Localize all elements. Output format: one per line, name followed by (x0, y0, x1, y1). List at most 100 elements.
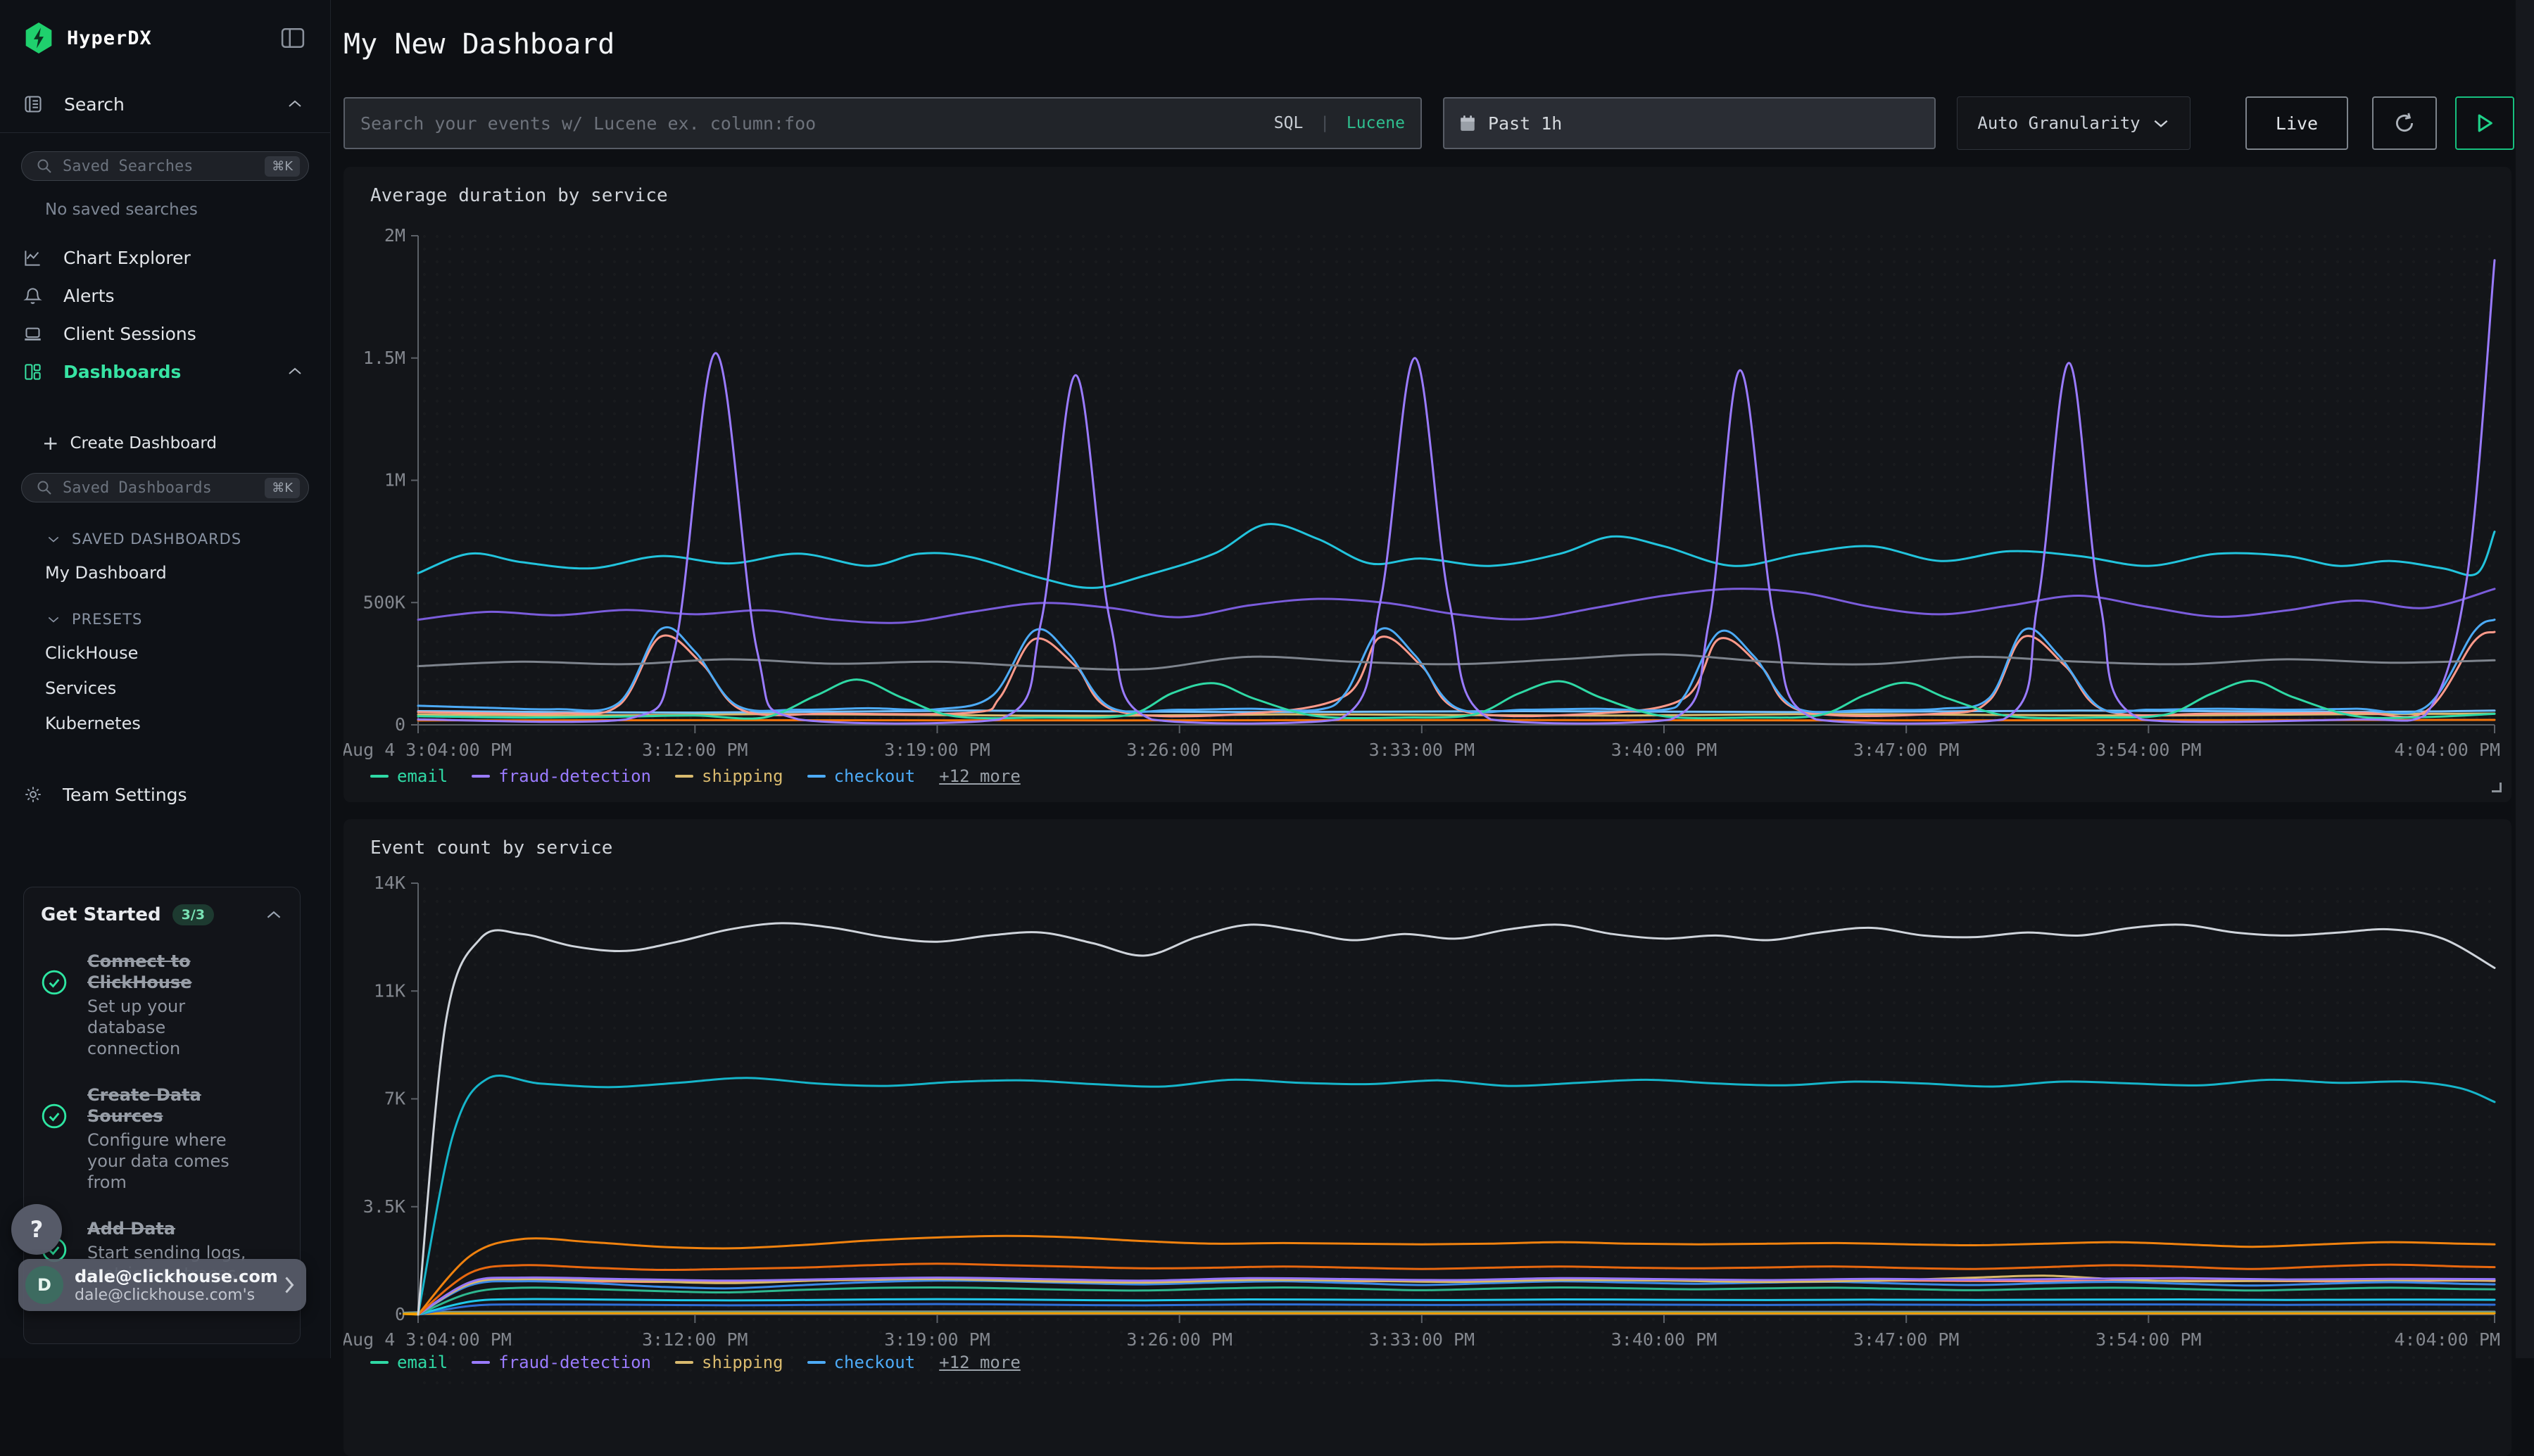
sidebar-item-team-settings[interactable]: Team Settings (0, 777, 330, 812)
legend-swatch-icon (472, 775, 490, 778)
page-title: My New Dashboard (343, 28, 614, 61)
sidebar-item-alerts[interactable]: Alerts (0, 277, 330, 315)
svg-text:14K: 14K (374, 873, 405, 893)
gear-icon (23, 785, 43, 804)
legend-item[interactable]: email (370, 766, 448, 786)
granularity-value: Auto Granularity (1977, 113, 2140, 133)
legend-item[interactable]: checkout (807, 1353, 916, 1372)
legend-swatch-icon (675, 1361, 693, 1364)
svg-text:11K: 11K (374, 980, 405, 1001)
play-button[interactable] (2455, 96, 2514, 150)
avatar: D (25, 1266, 63, 1304)
granularity-select[interactable]: Auto Granularity (1957, 96, 2191, 150)
shortcut-badge: ⌘K (265, 156, 300, 177)
team-settings-label: Team Settings (63, 785, 187, 805)
check-circle-icon (41, 1103, 69, 1193)
legend-swatch-icon (472, 1361, 490, 1364)
nav-label: Alerts (63, 286, 303, 306)
series-blue-flat (418, 711, 2495, 713)
sidebar-item-client-sessions[interactable]: Client Sessions (0, 315, 330, 353)
legend-label: checkout (834, 1353, 916, 1372)
sidebar-item-services[interactable]: Services (45, 678, 330, 698)
logo-row: HyperDX (0, 0, 330, 55)
laptop-icon (23, 324, 42, 343)
chevron-up-icon (286, 99, 303, 109)
resize-handle-icon[interactable] (2492, 783, 2502, 792)
play-icon (2476, 113, 2494, 133)
get-started-item[interactable]: Create Data Sources Configure where your… (41, 1084, 283, 1193)
dashboard-controls: Search your events w/ Lucene ex. column:… (343, 96, 2514, 150)
task-title: Create Data Sources (87, 1084, 263, 1127)
series-cyan (418, 524, 2495, 588)
task-title: Add Data (87, 1218, 263, 1239)
chevron-up-icon[interactable] (265, 910, 283, 920)
line-chart[interactable]: 0500K1M1.5M2MAug 4 3:04:00 PM3:12:00 PM3… (343, 167, 2511, 802)
svg-text:3.5K: 3.5K (363, 1196, 405, 1217)
legend-swatch-icon (807, 1361, 826, 1364)
legend-item[interactable]: fraud-detection (472, 1353, 651, 1372)
legend-label: checkout (834, 766, 916, 786)
refresh-button[interactable] (2372, 96, 2437, 150)
search-icon (36, 158, 53, 175)
get-started-progress-badge: 3/3 (172, 904, 214, 925)
time-range-picker[interactable]: Past 1h (1443, 97, 1936, 149)
series-orange-flat (418, 720, 2495, 721)
sql-mode-toggle[interactable]: SQL (1274, 114, 1304, 132)
chevron-down-icon (2152, 118, 2170, 129)
saved-dashboards-input[interactable]: Saved Dashboards ⌘K (21, 473, 309, 502)
sidebar-item-chart-explorer[interactable]: Chart Explorer (0, 239, 330, 277)
sidebar-item-dashboards[interactable]: Dashboards (0, 353, 330, 391)
legend-item[interactable]: shipping (675, 1353, 783, 1372)
svg-text:3:12:00 PM: 3:12:00 PM (642, 1329, 748, 1350)
create-dashboard-button[interactable]: + Create Dashboard (42, 431, 330, 455)
series-blue (418, 1281, 2495, 1315)
series-purple (418, 589, 2495, 623)
legend-label: email (397, 766, 448, 786)
brand-title: HyperDX (67, 27, 152, 49)
svg-text:3:54:00 PM: 3:54:00 PM (2095, 740, 2202, 760)
profile-email: dale@clickhouse.com (75, 1267, 282, 1286)
legend-item[interactable]: shipping (675, 766, 783, 786)
chart-panel-event-count[interactable]: Event count by service 03.5K7K11K14KAug … (343, 819, 2511, 1456)
legend-item[interactable]: email (370, 1353, 448, 1372)
legend-more-link[interactable]: +12 more (939, 766, 1021, 786)
legend-label: email (397, 1353, 448, 1372)
help-button[interactable]: ? (11, 1204, 62, 1255)
sidebar-item-clickhouse[interactable]: ClickHouse (45, 643, 330, 663)
svg-text:3:19:00 PM: 3:19:00 PM (884, 740, 990, 760)
mode-separator: | (1320, 114, 1330, 132)
hyperdx-logo-icon (23, 21, 54, 55)
no-saved-searches-text: No saved searches (45, 201, 330, 219)
sidebar-item-my-dashboard[interactable]: My Dashboard (45, 563, 330, 583)
series-fraud-detection (418, 260, 2495, 723)
svg-text:2M: 2M (384, 225, 405, 246)
svg-text:3:54:00 PM: 3:54:00 PM (2095, 1329, 2202, 1350)
svg-text:3:12:00 PM: 3:12:00 PM (642, 740, 748, 760)
nav-label: Client Sessions (63, 324, 303, 344)
saved-searches-placeholder: Saved Searches (63, 158, 265, 175)
task-subtitle: Configure where your data comes from (87, 1129, 263, 1193)
legend-item[interactable]: fraud-detection (472, 766, 651, 786)
saved-dashboards-placeholder: Saved Dashboards (63, 479, 265, 497)
profile-card[interactable]: D dale@clickhouse.com dale@clickhouse.co… (18, 1259, 306, 1311)
search-section-label: Search (64, 94, 286, 115)
sidebar-item-kubernetes[interactable]: Kubernetes (45, 714, 330, 733)
lucene-mode-toggle[interactable]: Lucene (1347, 114, 1405, 132)
chart-panel-avg-duration[interactable]: Average duration by service 0500K1M1.5M2… (343, 167, 2511, 802)
create-dashboard-label: Create Dashboard (70, 434, 217, 452)
live-button[interactable]: Live (2245, 96, 2348, 150)
chevron-right-icon (282, 1274, 296, 1296)
sidebar-item-search[interactable]: Search (0, 89, 330, 120)
get-started-item[interactable]: Connect to ClickHouse Set up your databa… (41, 951, 283, 1059)
legend-item[interactable]: checkout (807, 766, 916, 786)
scrollbar-gutter[interactable] (2516, 0, 2534, 1358)
legend-more-link[interactable]: +12 more (939, 1353, 1021, 1372)
saved-searches-input[interactable]: Saved Searches ⌘K (21, 151, 309, 181)
svg-text:500K: 500K (363, 592, 405, 612)
event-search-input[interactable]: Search your events w/ Lucene ex. column:… (343, 97, 1422, 149)
presets-group-header[interactable]: PRESETS (46, 611, 330, 628)
svg-text:4:04:00 PM: 4:04:00 PM (2394, 740, 2500, 760)
refresh-icon (2393, 111, 2416, 135)
collapse-sidebar-icon[interactable] (281, 27, 305, 49)
saved-dashboards-group-header[interactable]: SAVED DASHBOARDS (46, 531, 330, 547)
